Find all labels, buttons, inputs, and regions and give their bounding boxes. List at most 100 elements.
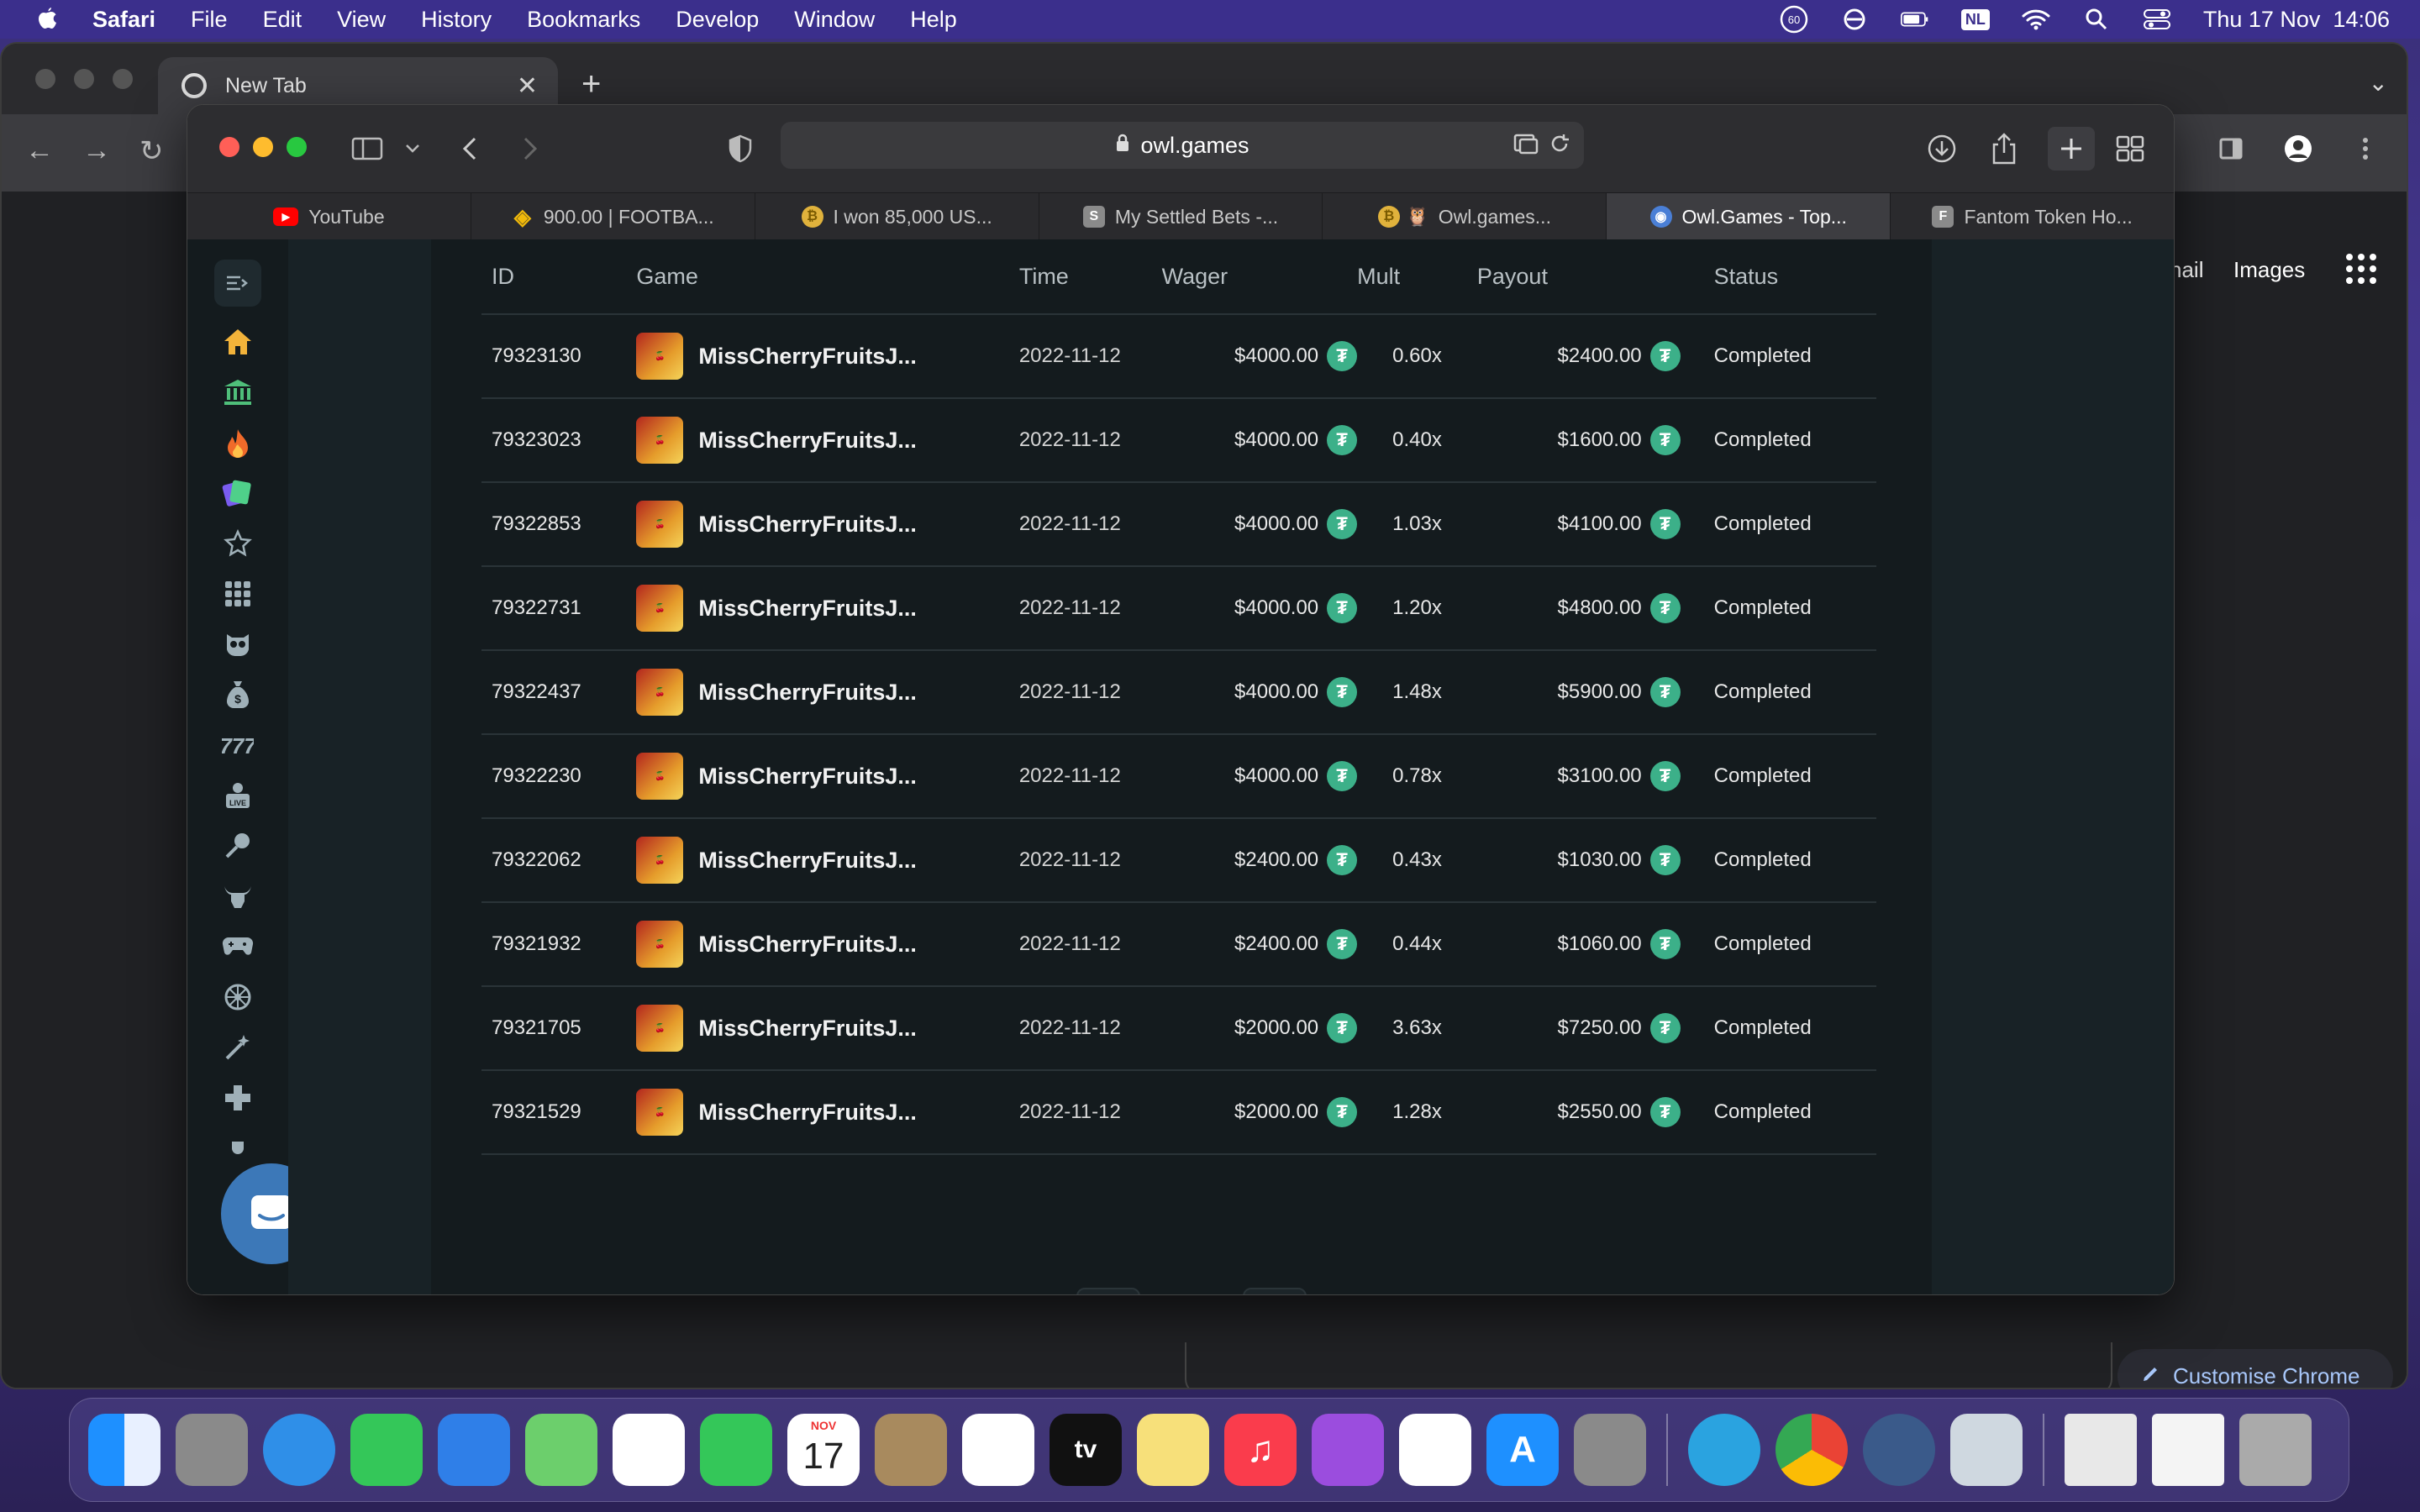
game-name[interactable]: MissCherryFruitsJ... [698, 596, 917, 622]
bank-icon[interactable] [219, 377, 256, 407]
tab-owl-games[interactable]: ₿ 🦉 Owl.games... [1323, 193, 1607, 240]
game-thumbnail[interactable]: 🍒 [636, 333, 684, 380]
money-bag-icon[interactable]: $ [219, 680, 256, 710]
sidebar-toggle-icon[interactable] [349, 132, 386, 165]
tab-youtube[interactable]: ▶ YouTube [187, 193, 471, 240]
new-tab-icon[interactable] [2048, 127, 2095, 171]
new-tab-icon[interactable]: + [581, 66, 601, 103]
menu-window[interactable]: Window [794, 7, 875, 33]
back-icon[interactable] [451, 132, 488, 165]
header-game[interactable]: Game [636, 239, 1019, 315]
game-thumbnail[interactable]: 🍒 [636, 1005, 684, 1052]
tab-owl-games-top[interactable]: ◉ Owl.Games - Top... [1607, 193, 1891, 240]
side-panel-icon[interactable] [2215, 133, 2247, 165]
wheel-icon[interactable] [219, 982, 256, 1012]
game-name[interactable]: MissCherryFruitsJ... [698, 764, 917, 790]
photos-icon[interactable] [613, 1414, 685, 1486]
system-preferences-icon[interactable] [1574, 1414, 1646, 1486]
game-thumbnail[interactable]: 🍒 [636, 501, 684, 548]
game-cell[interactable]: 🍒 MissCherryFruitsJ... [636, 650, 1019, 735]
share-icon[interactable] [1986, 132, 2023, 165]
game-thumbnail[interactable]: 🍒 [636, 753, 684, 800]
reader-icon[interactable] [1513, 132, 1539, 161]
game-thumbnail[interactable]: 🍒 [636, 921, 684, 968]
notification-badge-icon[interactable]: 60 [1780, 5, 1808, 34]
apple-tv-icon[interactable]: tv [1050, 1414, 1122, 1486]
game-name[interactable]: MissCherryFruitsJ... [698, 680, 917, 706]
magic-wand-icon[interactable] [219, 1032, 256, 1063]
header-wager[interactable]: Wager [1161, 239, 1358, 315]
owl-icon[interactable] [219, 629, 256, 659]
trash-icon[interactable] [2239, 1414, 2312, 1486]
sevens-icon[interactable]: 777 [219, 730, 256, 760]
music-icon[interactable]: ♫ [1224, 1414, 1297, 1486]
preview-icon[interactable] [1950, 1414, 2023, 1486]
forward-icon[interactable] [512, 132, 549, 165]
game-cell[interactable]: 🍒 MissCherryFruitsJ... [636, 1070, 1019, 1155]
table-row[interactable]: 79321932 🍒 MissCherryFruitsJ... 2022-11-… [481, 902, 1876, 987]
live-casino-icon[interactable]: LIVE [219, 780, 256, 811]
finder-icon[interactable] [88, 1414, 160, 1486]
game-thumbnail[interactable]: 🍒 [636, 585, 684, 632]
fire-icon[interactable] [219, 428, 256, 458]
table-row[interactable]: 79322437 🍒 MissCherryFruitsJ... 2022-11-… [481, 650, 1876, 735]
game-name[interactable]: MissCherryFruitsJ... [698, 1100, 917, 1126]
tab-overview-icon[interactable] [2112, 132, 2149, 165]
chevron-down-icon[interactable]: ⌄ [2369, 69, 2388, 97]
menu-develop[interactable]: Develop [676, 7, 759, 33]
battery-icon[interactable] [1900, 8, 1929, 31]
header-mult[interactable]: Mult [1357, 239, 1477, 315]
home-icon[interactable] [219, 327, 256, 357]
news-icon[interactable] [1399, 1414, 1471, 1486]
next-page-button[interactable] [1243, 1288, 1307, 1294]
game-cell[interactable]: 🍒 MissCherryFruitsJ... [636, 482, 1019, 567]
game-name[interactable]: MissCherryFruitsJ... [698, 512, 917, 538]
contacts-icon[interactable] [875, 1414, 947, 1486]
table-row[interactable]: 79322731 🍒 MissCherryFruitsJ... 2022-11-… [481, 566, 1876, 651]
game-cell[interactable]: 🍒 MissCherryFruitsJ... [636, 566, 1019, 651]
gmail-link[interactable]: nail [2170, 257, 2203, 283]
zoom-window-button[interactable] [287, 137, 307, 157]
header-payout[interactable]: Payout [1476, 239, 1681, 315]
table-row[interactable]: 79321529 🍒 MissCherryFruitsJ... 2022-11-… [481, 1070, 1876, 1155]
table-row[interactable]: 79321705 🍒 MissCherryFruitsJ... 2022-11-… [481, 986, 1876, 1071]
plus-icon[interactable] [219, 1083, 256, 1113]
bull-icon[interactable] [219, 881, 256, 911]
mail-icon[interactable] [438, 1414, 510, 1486]
calendar-icon[interactable]: NOV 17 [787, 1414, 860, 1486]
game-thumbnail[interactable]: 🍒 [636, 417, 684, 464]
notes-icon[interactable] [1137, 1414, 1209, 1486]
google-apps-icon[interactable] [2346, 254, 2376, 284]
menu-help[interactable]: Help [910, 7, 957, 33]
game-name[interactable]: MissCherryFruitsJ... [698, 1016, 917, 1042]
reload-icon[interactable]: ↻ [139, 134, 164, 168]
header-time[interactable]: Time [1018, 239, 1162, 315]
owl-app-icon[interactable] [1863, 1414, 1935, 1486]
star-icon[interactable] [219, 528, 256, 559]
header-status[interactable]: Status [1680, 239, 1876, 315]
more-options-icon[interactable] [2349, 133, 2381, 165]
podcasts-icon[interactable] [1312, 1414, 1384, 1486]
launchpad-icon[interactable] [176, 1414, 248, 1486]
header-id[interactable]: ID [481, 239, 637, 315]
menu-view[interactable]: View [337, 7, 386, 33]
reload-icon[interactable] [1549, 132, 1570, 161]
chrome-icon[interactable] [1776, 1414, 1848, 1486]
input-source-icon[interactable]: NL [1960, 8, 1990, 31]
downloads-icon[interactable] [1923, 132, 1960, 165]
images-link[interactable]: Images [2233, 257, 2305, 283]
menubar-datetime[interactable]: Thu 17 Nov 14:06 [2203, 7, 2390, 33]
grid-icon[interactable] [219, 579, 256, 609]
spotlight-search-icon[interactable] [2082, 8, 2111, 31]
close-window-button[interactable] [219, 137, 239, 157]
close-icon[interactable]: ✕ [517, 71, 538, 101]
game-thumbnail[interactable]: 🍒 [636, 1089, 684, 1136]
menu-toggle-icon[interactable] [214, 260, 261, 307]
table-row[interactable]: 79322853 🍒 MissCherryFruitsJ... 2022-11-… [481, 482, 1876, 567]
game-cell[interactable]: 🍒 MissCherryFruitsJ... [636, 902, 1019, 987]
game-cell[interactable]: 🍒 MissCherryFruitsJ... [636, 398, 1019, 483]
profile-icon[interactable] [2282, 133, 2314, 165]
apple-icon[interactable] [30, 3, 64, 36]
game-cell[interactable]: 🍒 MissCherryFruitsJ... [636, 818, 1019, 903]
sports-icon[interactable] [219, 831, 256, 861]
